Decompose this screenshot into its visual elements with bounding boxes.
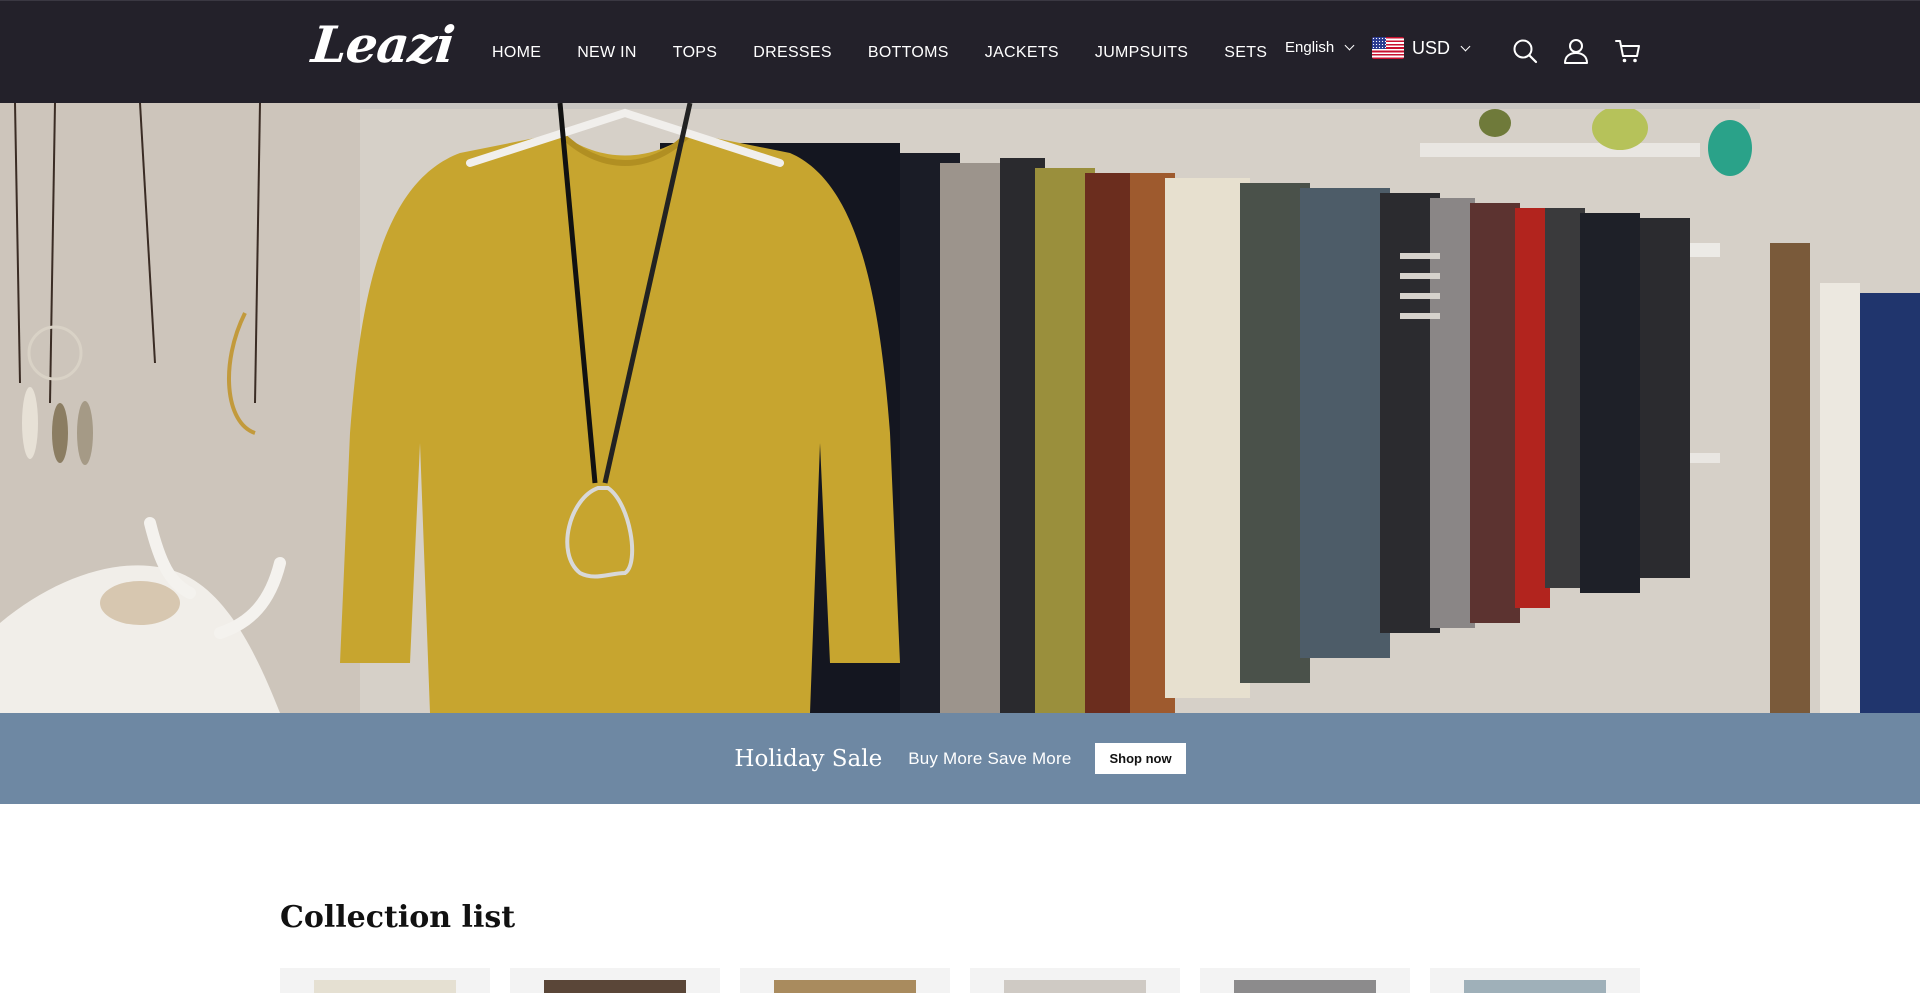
chevron-down-icon <box>1344 40 1355 51</box>
hero-banner[interactable] <box>0 103 1920 713</box>
main-nav: HOME NEW IN TOPS DRESSES BOTTOMS JACKETS… <box>492 1 1303 104</box>
nav-dresses[interactable]: DRESSES <box>753 44 832 62</box>
us-flag-icon <box>1372 37 1404 59</box>
hero-clothing-rack-image <box>0 103 1920 713</box>
shop-now-button[interactable]: Shop now <box>1095 743 1186 774</box>
currency-label: USD <box>1412 37 1451 58</box>
brand-logo[interactable]: Leazi <box>309 15 457 74</box>
nav-home[interactable]: HOME <box>492 44 541 62</box>
promo-subtitle: Buy More Save More <box>908 748 1072 768</box>
collection-card[interactable] <box>1430 968 1640 993</box>
cart-icon[interactable] <box>1614 37 1642 65</box>
nav-sets[interactable]: SETS <box>1224 44 1267 62</box>
promo-title: Holiday Sale <box>734 745 883 772</box>
collection-card[interactable] <box>280 968 490 993</box>
nav-new-in[interactable]: NEW IN <box>577 44 637 62</box>
nav-bottoms[interactable]: BOTTOMS <box>868 44 949 62</box>
nav-jumpsuits[interactable]: JUMPSUITS <box>1095 44 1188 62</box>
currency-selector[interactable]: USD <box>1372 37 1471 59</box>
nav-tops[interactable]: TOPS <box>673 44 717 62</box>
collection-card[interactable] <box>740 968 950 993</box>
collection-card[interactable] <box>1200 968 1410 993</box>
chevron-down-icon <box>1460 41 1471 51</box>
account-icon[interactable] <box>1562 37 1590 65</box>
collection-cards <box>280 968 1640 993</box>
collection-card[interactable] <box>510 968 720 993</box>
collection-card[interactable] <box>970 968 1180 993</box>
search-icon[interactable] <box>1511 37 1539 65</box>
collection-list-title: Collection list <box>280 900 516 935</box>
site-header: Leazi HOME NEW IN TOPS DRESSES BOTTOMS J… <box>0 0 1920 103</box>
promo-bar: Holiday Sale Buy More Save More Shop now <box>0 713 1920 804</box>
language-label: English <box>1285 39 1335 56</box>
language-selector[interactable]: English <box>1285 39 1355 56</box>
nav-jackets[interactable]: JACKETS <box>985 44 1059 62</box>
